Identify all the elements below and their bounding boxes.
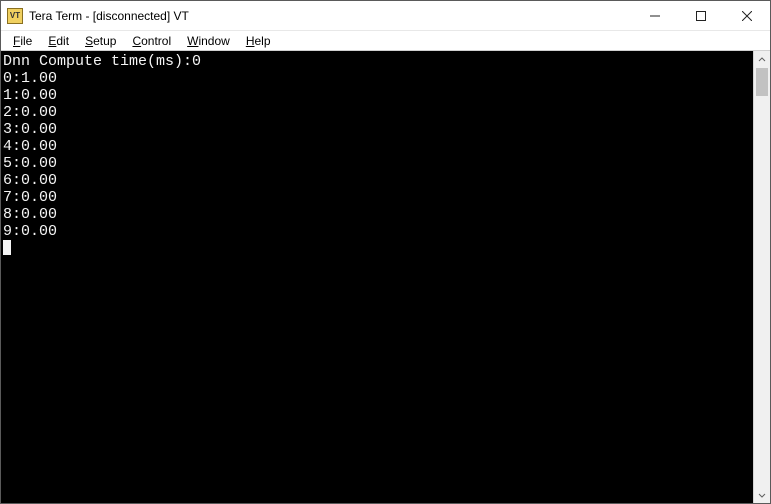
minimize-icon: [650, 11, 660, 21]
chevron-up-icon: [758, 56, 766, 64]
terminal-line: 9:0.00: [3, 223, 753, 240]
menu-help[interactable]: Help: [238, 33, 279, 49]
content-area: Dnn Compute time(ms):00:1.001:0.002:0.00…: [1, 51, 770, 503]
menu-control[interactable]: Control: [124, 33, 179, 49]
menu-file[interactable]: File: [5, 33, 40, 49]
terminal-output[interactable]: Dnn Compute time(ms):00:1.001:0.002:0.00…: [1, 51, 753, 503]
maximize-icon: [696, 11, 706, 21]
minimize-button[interactable]: [632, 1, 678, 31]
terminal-line: 0:1.00: [3, 70, 753, 87]
scroll-thumb[interactable]: [756, 68, 768, 96]
menu-setup[interactable]: Setup: [77, 33, 124, 49]
menubar: File Edit Setup Control Window Help: [1, 31, 770, 51]
scroll-up-button[interactable]: [754, 51, 770, 68]
scroll-down-button[interactable]: [754, 486, 770, 503]
terminal-line: Dnn Compute time(ms):0: [3, 53, 753, 70]
terminal-line: 6:0.00: [3, 172, 753, 189]
maximize-button[interactable]: [678, 1, 724, 31]
scroll-track[interactable]: [754, 68, 770, 486]
terminal-line: 3:0.00: [3, 121, 753, 138]
window-controls: [632, 1, 770, 30]
window-title: Tera Term - [disconnected] VT: [29, 9, 189, 23]
terminal-line: 1:0.00: [3, 87, 753, 104]
terminal-cursor: [3, 240, 11, 255]
terminal-cursor-line: [3, 240, 753, 257]
menu-edit[interactable]: Edit: [40, 33, 77, 49]
terminal-line: 7:0.00: [3, 189, 753, 206]
close-button[interactable]: [724, 1, 770, 31]
chevron-down-icon: [758, 491, 766, 499]
terminal-line: 5:0.00: [3, 155, 753, 172]
terminal-line: 2:0.00: [3, 104, 753, 121]
app-icon: VT: [7, 8, 23, 24]
titlebar: VT Tera Term - [disconnected] VT: [1, 1, 770, 31]
close-icon: [742, 11, 752, 21]
menu-window[interactable]: Window: [179, 33, 238, 49]
terminal-line: 8:0.00: [3, 206, 753, 223]
vertical-scrollbar[interactable]: [753, 51, 770, 503]
terminal-line: 4:0.00: [3, 138, 753, 155]
